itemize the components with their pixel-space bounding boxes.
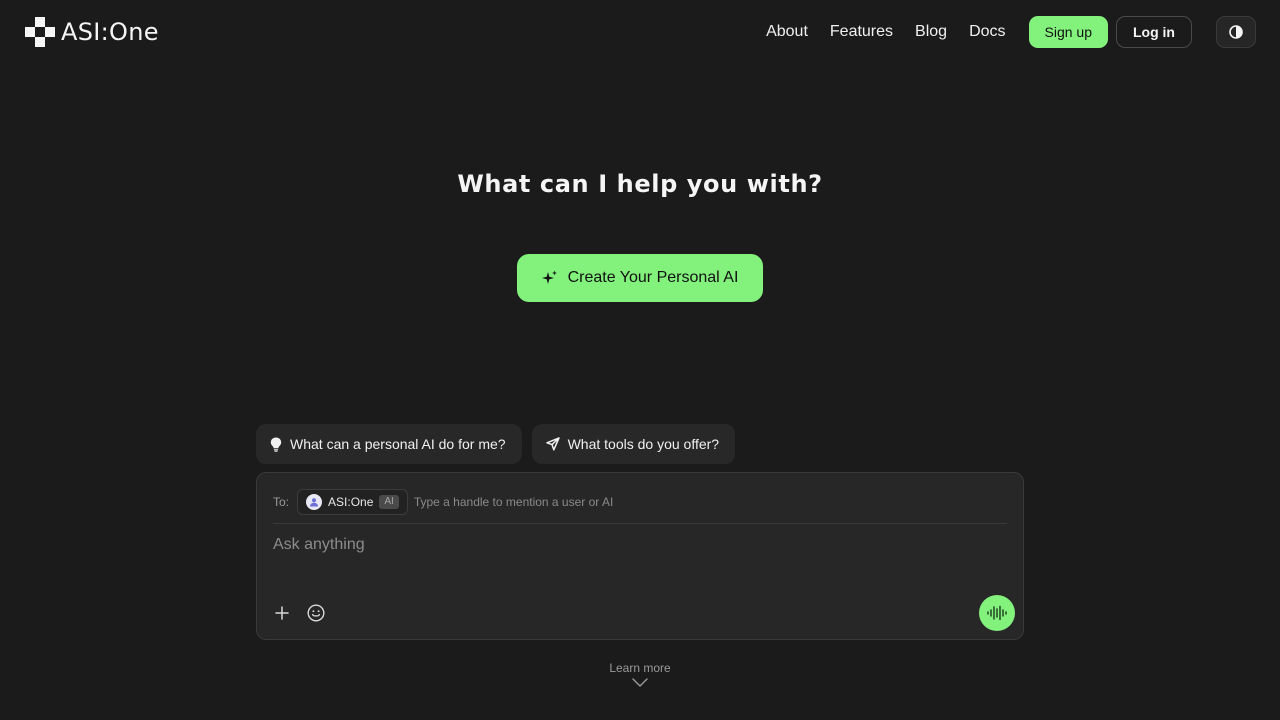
to-label: To:	[273, 495, 290, 509]
theme-toggle-button[interactable]	[1216, 16, 1256, 48]
contrast-icon	[1229, 25, 1243, 39]
plus-icon	[275, 606, 289, 620]
audio-waveform-icon	[987, 605, 1007, 621]
suggestion-chip-tools[interactable]: What tools do you offer?	[531, 424, 736, 464]
learn-more-link[interactable]: Learn more	[590, 660, 690, 687]
top-header: ASI:One About Features Blog Docs Sign up…	[0, 0, 1280, 64]
chevron-down-icon	[632, 678, 648, 687]
learn-more-label: Learn more	[609, 661, 671, 675]
login-button[interactable]: Log in	[1116, 16, 1192, 48]
message-composer: To: ASI:One AI	[256, 472, 1024, 640]
suggestion-chip-personal-ai[interactable]: What can a personal AI do for me?	[256, 424, 522, 464]
avatar	[306, 494, 323, 510]
smiley-icon	[307, 604, 325, 622]
send-icon	[545, 437, 560, 451]
suggestion-label: What can a personal AI do for me?	[290, 436, 506, 452]
asi-logo-icon	[25, 17, 55, 47]
recipient-chip[interactable]: ASI:One AI	[297, 489, 408, 515]
nav-about[interactable]: About	[766, 16, 808, 48]
nav-docs[interactable]: Docs	[969, 16, 1005, 48]
ai-badge: AI	[379, 495, 399, 509]
attach-button[interactable]	[270, 601, 294, 625]
handle-input[interactable]	[413, 489, 1007, 515]
emoji-button[interactable]	[304, 601, 328, 625]
agent-avatar-icon	[310, 498, 319, 507]
create-personal-ai-label: Create Your Personal AI	[567, 269, 739, 286]
page-title: What can I help you with?	[457, 170, 823, 198]
ask-input[interactable]	[273, 533, 973, 557]
main-nav: About Features Blog Docs Sign up Log in	[766, 16, 1256, 48]
brand-logo[interactable]: ASI:One	[25, 17, 159, 47]
suggestion-chips: What can a personal AI do for me? What t…	[256, 424, 736, 464]
recipient-row: To: ASI:One AI	[273, 489, 1007, 524]
nav-features[interactable]: Features	[830, 16, 893, 48]
nav-blog[interactable]: Blog	[915, 16, 947, 48]
sparkles-icon	[541, 270, 557, 284]
recipient-name: ASI:One	[328, 495, 374, 509]
brand-name: ASI:One	[61, 18, 159, 46]
voice-input-button[interactable]	[979, 595, 1015, 631]
suggestion-label: What tools do you offer?	[567, 436, 720, 452]
lightbulb-icon	[270, 437, 282, 452]
signup-button[interactable]: Sign up	[1028, 16, 1108, 48]
create-personal-ai-button[interactable]: Create Your Personal AI	[517, 254, 763, 302]
